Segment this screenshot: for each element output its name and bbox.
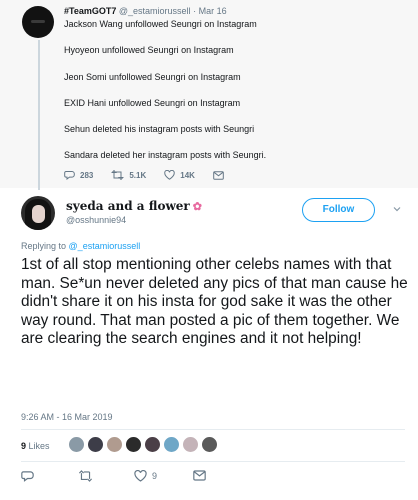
retweet-icon <box>78 470 93 482</box>
liker-avatar[interactable] <box>144 436 161 453</box>
parent-like-count: 14K <box>180 170 195 180</box>
thread-line <box>38 40 40 190</box>
parent-avatar[interactable] <box>22 6 54 38</box>
parent-tweet-line: Jackson Wang unfollowed Seungri on Insta… <box>64 19 257 29</box>
flower-icon: ✿ <box>192 200 202 213</box>
liker-avatar[interactable] <box>87 436 104 453</box>
message-icon <box>193 470 206 481</box>
display-name-text: syeda and a flower <box>66 199 190 213</box>
avatar[interactable] <box>21 196 55 230</box>
follow-button[interactable]: Follow <box>302 198 375 222</box>
liker-avatar[interactable] <box>68 436 85 453</box>
tweet-timestamp[interactable]: 9:26 AM - 16 Mar 2019 <box>21 412 113 422</box>
likes-summary[interactable]: 9 Likes <box>21 441 50 451</box>
reply-button[interactable] <box>21 470 34 482</box>
liker-avatar[interactable] <box>163 436 180 453</box>
like-icon <box>134 470 147 482</box>
retweet-icon <box>111 170 125 180</box>
liker-avatars <box>68 436 220 454</box>
parent-tweet-header: #TeamGOT7 @_estamiorussell · Mar 16 <box>64 6 227 16</box>
replying-to: Replying to @_estamiorussell <box>21 241 140 251</box>
action-bar: 9 <box>21 470 321 484</box>
likes-label: Likes <box>28 441 50 451</box>
parent-like-button[interactable]: 14K <box>164 170 195 180</box>
replying-to-mention[interactable]: @_estamiorussell <box>69 241 141 251</box>
parent-display-name[interactable]: #TeamGOT7 <box>64 6 116 16</box>
parent-action-bar: 283 5.1K 14K <box>64 169 242 181</box>
like-count: 9 <box>152 471 158 481</box>
parent-tweet-line: Sehun deleted his instagram posts with S… <box>64 124 255 134</box>
like-icon <box>164 170 175 180</box>
divider <box>21 461 405 462</box>
retweet-button[interactable] <box>78 470 93 482</box>
liker-avatar[interactable] <box>125 436 142 453</box>
parent-tweet-line: EXID Hani unfollowed Seungri on Instagra… <box>64 98 241 108</box>
parent-tweet-line: Hyoyeon unfollowed Seungri on Instagram <box>64 45 234 55</box>
liker-avatar[interactable] <box>201 436 218 453</box>
replying-prefix: Replying to <box>21 241 67 251</box>
parent-tweet[interactable]: #TeamGOT7 @_estamiorussell · Mar 16 Jack… <box>0 0 418 190</box>
parent-handle[interactable]: @_estamiorussell <box>119 6 191 16</box>
parent-retweet-count: 5.1K <box>129 170 147 180</box>
liker-avatar[interactable] <box>106 436 123 453</box>
parent-reply-count: 283 <box>80 170 94 180</box>
message-icon <box>213 170 224 180</box>
liker-avatar[interactable] <box>182 436 199 453</box>
parent-message-button[interactable] <box>213 170 224 180</box>
parent-tweet-line: Sandara deleted her instagram posts with… <box>64 150 267 160</box>
reply-icon <box>21 471 34 482</box>
chevron-down-icon[interactable] <box>393 205 401 213</box>
parent-tweet-line: Jeon Somi unfollowed Seungri on Instagra… <box>64 72 241 82</box>
user-handle[interactable]: @osshunnie94 <box>66 215 126 225</box>
tweet-text: 1st of all stop mentioning other celebs … <box>21 256 408 347</box>
display-name[interactable]: syeda and a flower ✿ <box>66 199 202 213</box>
parent-date[interactable]: Mar 16 <box>199 6 227 16</box>
parent-reply-button[interactable]: 283 <box>64 170 93 180</box>
reply-icon <box>64 171 75 180</box>
divider <box>21 429 405 430</box>
like-button[interactable]: 9 <box>134 470 157 482</box>
message-button[interactable] <box>193 470 206 481</box>
parent-retweet-button[interactable]: 5.1K <box>111 170 146 180</box>
likes-count: 9 <box>21 441 27 451</box>
